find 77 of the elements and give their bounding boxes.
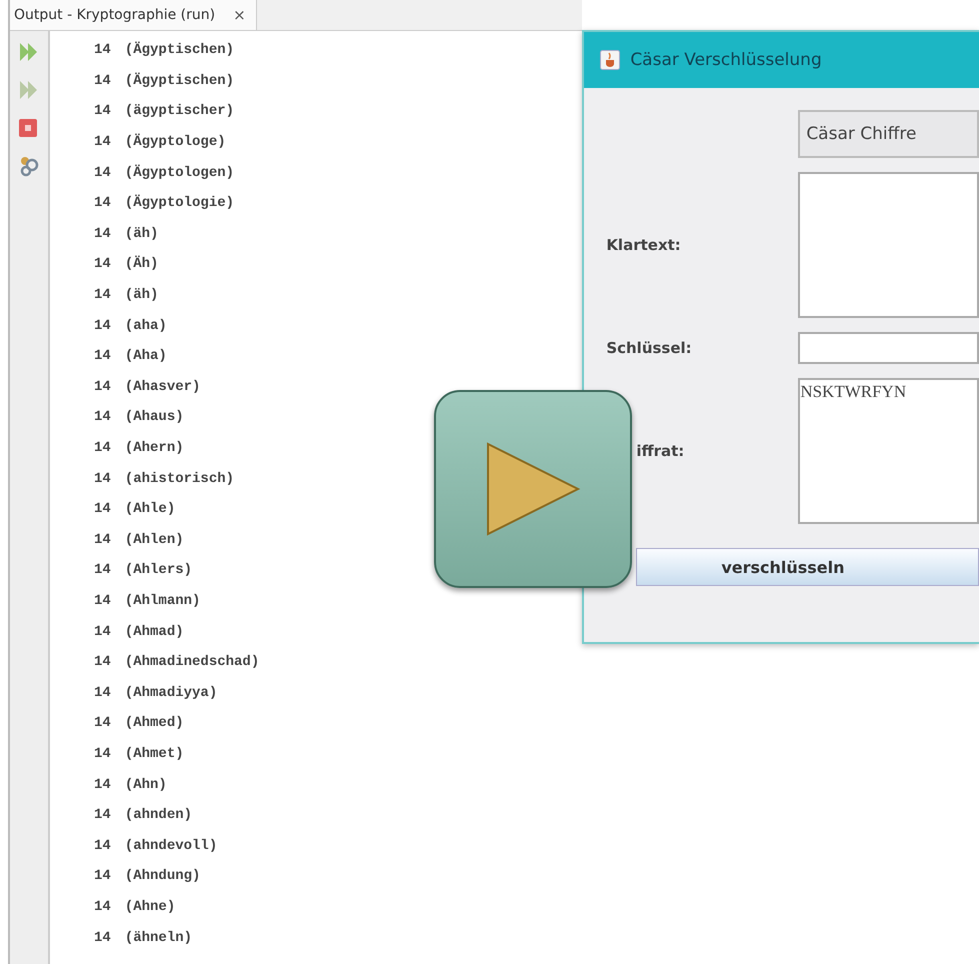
output-text: (ägyptischer) (124, 103, 234, 120)
output-text: (Ägyptologen) (124, 164, 234, 181)
field-label: Schlüssel: (606, 339, 692, 357)
output-text: (Ahlmann) (124, 592, 200, 609)
output-count: 14 (94, 746, 111, 762)
output-text: (ahnden) (124, 807, 192, 824)
output-text: (ähneln) (124, 930, 192, 946)
output-text: (ahndevoll) (124, 838, 218, 854)
window-title: Cäsar Verschlüsselung (630, 50, 822, 70)
output-text: (Ahern) (124, 440, 184, 456)
output-count: 14 (94, 318, 111, 334)
output-text: (Ahmadiyya) (124, 684, 218, 701)
output-text: (Ahmadinedschad) (124, 654, 260, 670)
output-text: (aha) (124, 318, 167, 334)
output-text: (Ahle) (124, 501, 176, 518)
output-text: (Ägyptologie) (124, 195, 234, 212)
output-text: (Ahlen) (124, 532, 184, 548)
output-count: 14 (94, 930, 111, 946)
output-text: (Ahmet) (124, 746, 184, 762)
output-count: 14 (94, 134, 111, 150)
output-text: (Ägyptischen) (124, 42, 234, 58)
output-count: 14 (94, 532, 111, 548)
close-icon[interactable]: × (233, 6, 246, 24)
output-count: 14 (94, 562, 111, 578)
output-count: 14 (94, 592, 111, 609)
output-count: 14 (94, 715, 111, 732)
output-text: (Ahne) (124, 898, 176, 915)
output-count: 14 (94, 501, 111, 518)
rerun-icon[interactable] (18, 79, 40, 101)
encrypt-button[interactable]: verschlüsseln (636, 548, 979, 586)
play-button[interactable] (434, 390, 632, 588)
text-area[interactable]: NSKTWRFYN (798, 378, 979, 524)
output-count: 14 (94, 440, 111, 456)
output-text: (Ahn) (124, 776, 167, 793)
output-text: (Ägyptischen) (124, 72, 234, 89)
output-count: 14 (94, 287, 111, 304)
output-count: 14 (94, 868, 111, 884)
cipher-dropdown[interactable]: Cäsar Chiffre (798, 110, 979, 158)
gears-icon[interactable] (18, 155, 40, 177)
output-text: (Ahaus) (124, 409, 184, 426)
output-text: (Ahasver) (124, 378, 200, 395)
output-text: (Ägyptologe) (124, 134, 226, 150)
output-count: 14 (94, 684, 111, 701)
output-text: (Ahlers) (124, 562, 192, 578)
field-label: Klartext: (606, 236, 681, 254)
output-count: 14 (94, 654, 111, 670)
output-text: (Ahndung) (124, 868, 200, 884)
stop-icon[interactable] (18, 117, 40, 139)
output-count: 14 (94, 378, 111, 395)
output-count: 14 (94, 776, 111, 793)
output-count: 14 (94, 164, 111, 181)
output-count: 14 (94, 42, 111, 58)
output-count: 14 (94, 226, 111, 242)
text-area[interactable] (798, 172, 979, 318)
output-text: (Ahmad) (124, 624, 184, 640)
output-tab[interactable]: Output - Kryptographie (run) × (10, 0, 257, 30)
output-text: (ahistorisch) (124, 470, 234, 487)
output-count: 14 (94, 898, 111, 915)
java-cup-icon (600, 50, 620, 70)
output-count: 14 (94, 807, 111, 824)
field-label: iffrat: (636, 442, 684, 460)
output-count: 14 (94, 409, 111, 426)
output-count: 14 (94, 256, 111, 272)
output-count: 14 (94, 838, 111, 854)
input-field[interactable] (798, 332, 979, 364)
output-count: 14 (94, 624, 111, 640)
output-text: (Äh) (124, 256, 158, 272)
output-text: (äh) (124, 287, 158, 304)
rerun-icon[interactable] (18, 41, 40, 63)
output-text: (Ahmed) (124, 715, 184, 732)
output-text: (Aha) (124, 348, 167, 364)
output-count: 14 (94, 348, 111, 364)
output-count: 14 (94, 470, 111, 487)
output-count: 14 (94, 103, 111, 120)
output-count: 14 (94, 195, 111, 212)
output-count: 14 (94, 72, 111, 89)
output-text: (äh) (124, 226, 158, 242)
